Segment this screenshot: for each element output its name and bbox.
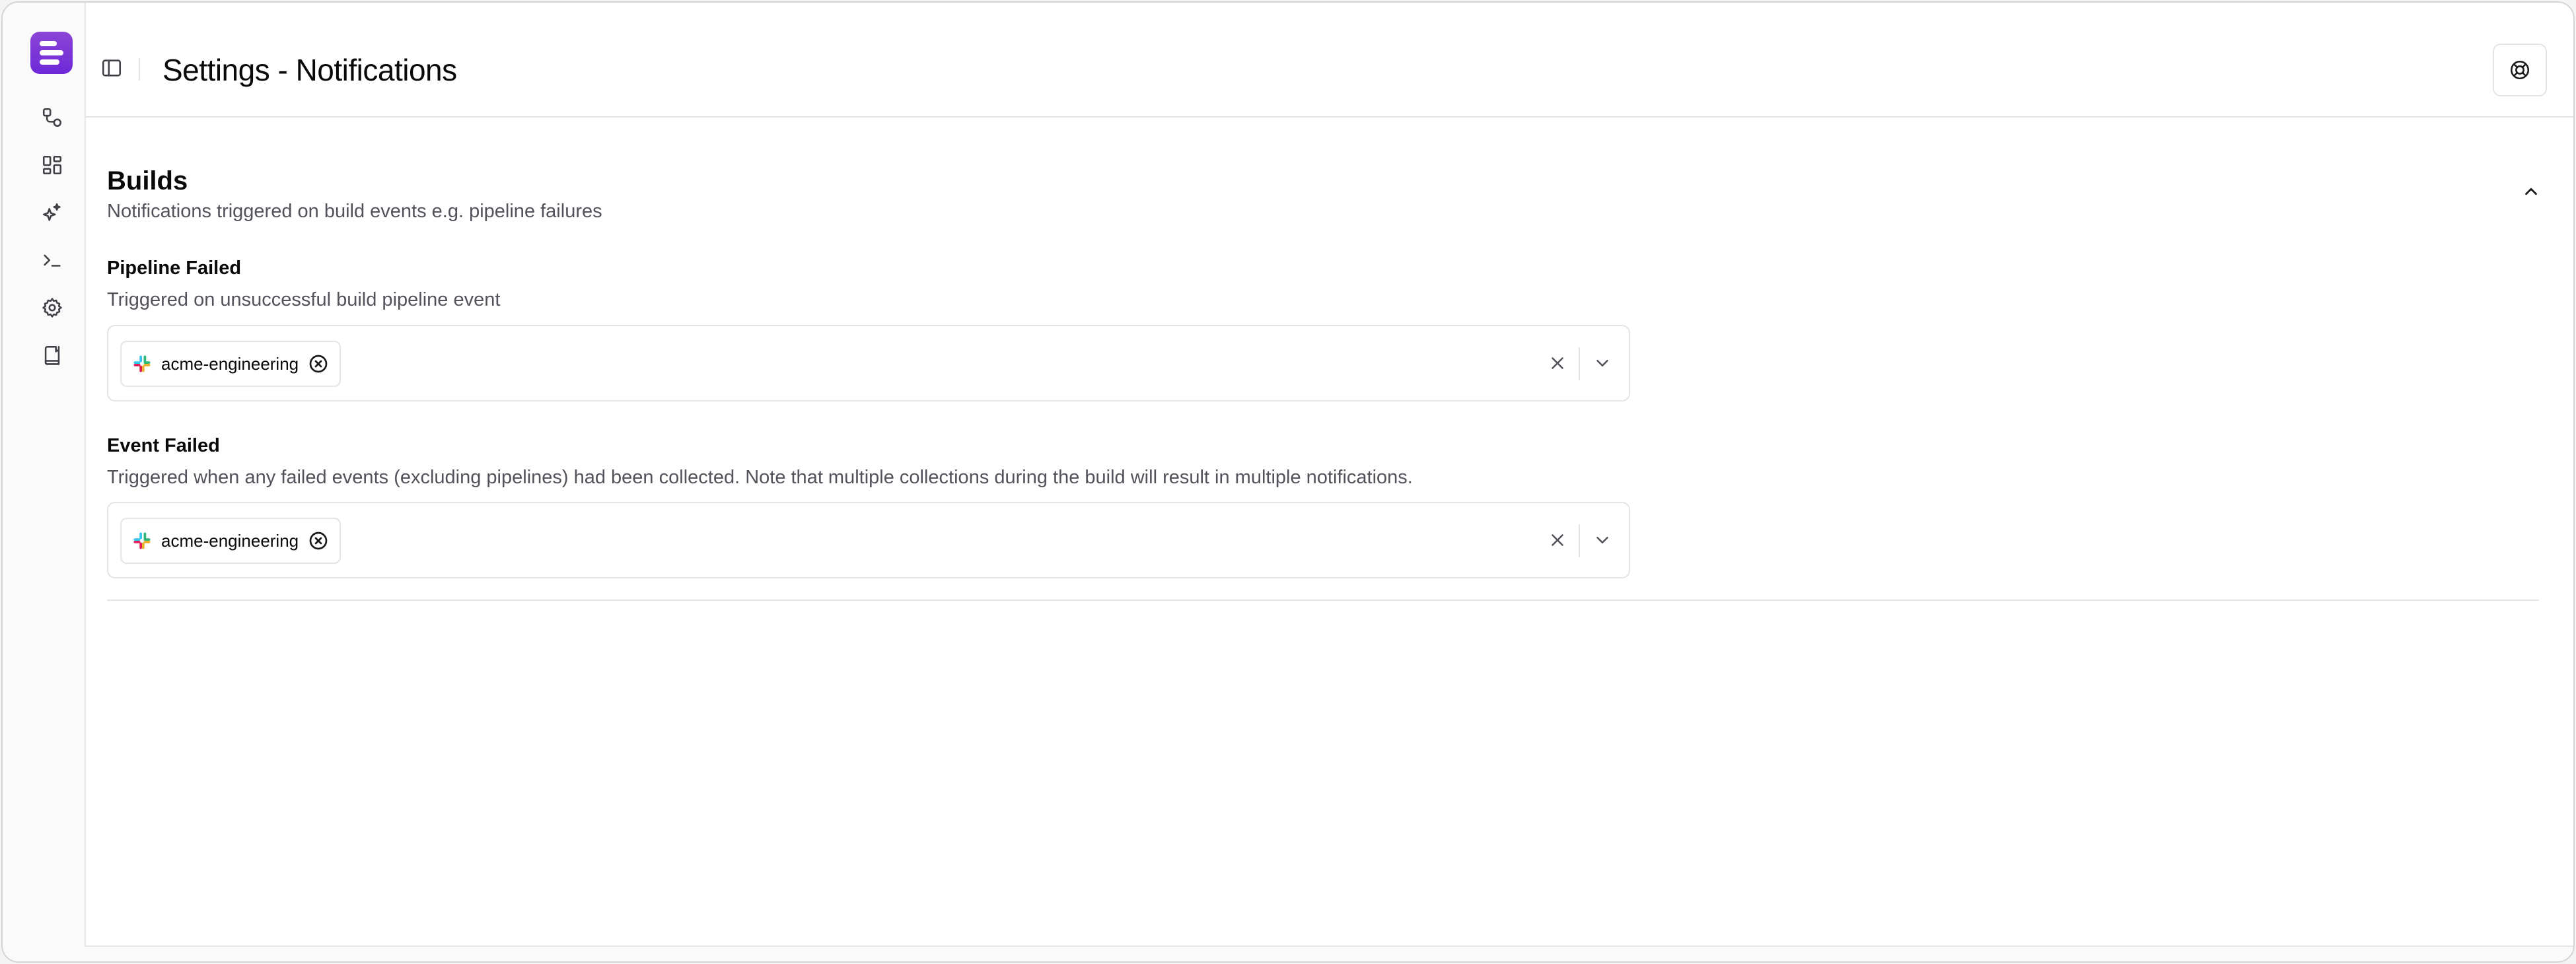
page-title: Settings - Notifications: [162, 53, 457, 87]
close-icon: [1552, 357, 1563, 369]
chevron-down-icon: [1596, 537, 1608, 543]
clear-selection-button[interactable]: [1546, 528, 1569, 552]
section-divider: [107, 600, 2539, 601]
field-description-pipeline-failed: Triggered on unsuccessful build pipeline…: [107, 289, 501, 310]
section-description: Notifications triggered on build events …: [107, 201, 602, 222]
help-button[interactable]: [2493, 44, 2547, 96]
x-circle-icon: [309, 355, 328, 373]
open-dropdown-button[interactable]: [1591, 528, 1614, 552]
workflow-icon[interactable]: [41, 106, 63, 129]
field-description-event-failed: Triggered when any failed events (exclud…: [107, 467, 1413, 488]
chevron-down-icon: [1596, 360, 1608, 366]
dashboard-icon[interactable]: [41, 154, 63, 176]
book-icon[interactable]: [41, 344, 63, 366]
pipeline-failed-select[interactable]: acme-engineering: [107, 325, 1630, 401]
terminal-icon[interactable]: [41, 249, 63, 271]
slack-icon: [133, 355, 151, 372]
header-divider: [139, 58, 140, 81]
select-divider: [1579, 524, 1580, 557]
x-circle-icon: [309, 532, 328, 550]
icon-rail: [3, 3, 85, 961]
page-header: Settings - Notifications: [86, 3, 2573, 118]
slack-icon: [133, 532, 151, 549]
app-window: Settings - Notifications Builds Notifica…: [1, 1, 2575, 963]
collapse-button[interactable]: [2518, 178, 2544, 205]
section-title: Builds: [107, 166, 188, 195]
field-label-event-failed: Event Failed: [107, 435, 220, 456]
select-divider: [1579, 347, 1580, 380]
chip-label: acme-engineering: [161, 530, 299, 551]
open-dropdown-button[interactable]: [1591, 351, 1614, 375]
gear-icon[interactable]: [41, 296, 63, 319]
remove-chip-button[interactable]: [308, 530, 329, 551]
event-failed-select[interactable]: acme-engineering: [107, 502, 1630, 578]
lifebuoy-icon: [2510, 60, 2530, 80]
field-label-pipeline-failed: Pipeline Failed: [107, 258, 242, 279]
chevron-up-icon: [2525, 188, 2537, 195]
close-icon: [1552, 534, 1563, 546]
selected-channel-chip: acme-engineering: [120, 341, 341, 387]
app-logo[interactable]: [30, 32, 73, 74]
main-content: Settings - Notifications Builds Notifica…: [85, 3, 2573, 947]
sidebar-toggle-icon[interactable]: [100, 57, 123, 79]
sparkles-icon[interactable]: [41, 201, 63, 224]
clear-selection-button[interactable]: [1546, 351, 1569, 375]
selected-channel-chip: acme-engineering: [120, 518, 341, 564]
remove-chip-button[interactable]: [308, 353, 329, 374]
chip-label: acme-engineering: [161, 353, 299, 374]
